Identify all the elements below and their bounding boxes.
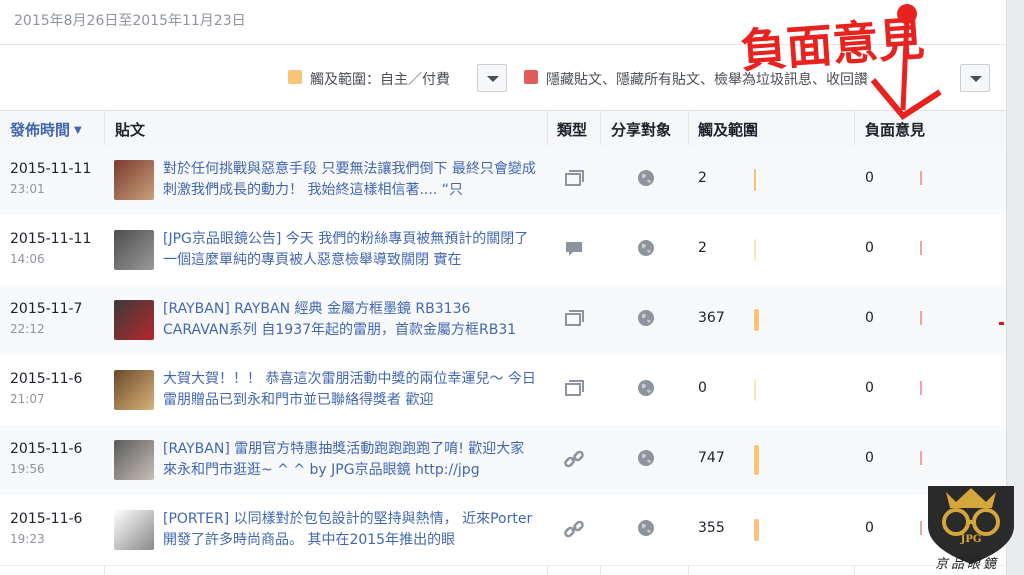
post-thumbnail[interactable] xyxy=(114,160,154,200)
reach-bar xyxy=(754,445,759,475)
globe-icon xyxy=(638,310,654,326)
post-time: 14:06 xyxy=(10,252,45,266)
reach-value: 355 xyxy=(698,520,725,536)
negative-feedback-bar xyxy=(920,171,922,185)
negative-feedback-value: 0 xyxy=(865,450,874,466)
annotation-mark xyxy=(999,322,1004,325)
negative-feedback-bar xyxy=(920,381,922,395)
reach-value: 2 xyxy=(698,170,707,186)
globe-icon xyxy=(638,450,654,466)
post-text-link[interactable]: [RAYBAN] 雷朋官方特惠抽獎活動跑跑跑跑了唷! 歡迎大家來永和門市逛逛~ … xyxy=(163,439,538,481)
negative-feedback-bar xyxy=(920,311,922,325)
chevron-down-icon xyxy=(970,76,982,82)
post-date: 2015-11-11 xyxy=(10,231,92,247)
link-type-icon xyxy=(564,520,584,538)
negative-feedback-value: 0 xyxy=(865,520,874,536)
column-negative[interactable]: 負面意見 xyxy=(865,119,925,140)
photo-type-icon xyxy=(565,380,584,396)
post-date: 2015-11-7 xyxy=(10,301,83,317)
post-time: 21:07 xyxy=(10,392,45,406)
sort-arrow-icon: ▼ xyxy=(74,125,82,136)
table-row[interactable]: 2015-11-6 21:07 大賀大賀！！！ 恭喜這次雷朋活動中獎的兩位幸運兒～ … xyxy=(0,355,1006,426)
column-reach[interactable]: 觸及範圍 xyxy=(698,119,758,140)
photo-type-icon xyxy=(565,310,584,326)
table-row[interactable]: 2015-11-6 19:23 [PORTER] 以同樣對於包包設計的堅持與熱情， … xyxy=(0,495,1006,566)
post-thumbnail[interactable] xyxy=(114,370,154,410)
table-header: 發佈時間 ▼ 貼文 類型 分享對象 觸及範圍 負面意見 xyxy=(0,110,1006,146)
post-time: 22:12 xyxy=(10,322,45,336)
post-text-link[interactable]: [RAYBAN] RAYBAN 經典 金屬方框墨鏡 RB3136 CARAVAN… xyxy=(163,299,538,341)
negative-feedback-value: 0 xyxy=(865,170,874,186)
link-type-icon xyxy=(564,450,584,468)
column-post: 貼文 xyxy=(115,121,146,139)
globe-icon xyxy=(638,240,654,256)
post-date: 2015-11-6 xyxy=(10,371,83,387)
filter-bar: 觸及範圍：自主／付費 隱藏貼文、隱藏所有貼文、檢舉為垃圾訊息、收回讚 xyxy=(0,62,1006,96)
negative-filter-label: 隱藏貼文、隱藏所有貼文、檢舉為垃圾訊息、收回讚 xyxy=(546,72,868,88)
negative-feedback-bar xyxy=(920,241,922,255)
negative-feedback-value: 0 xyxy=(865,310,874,326)
table-row[interactable]: 2015-11-11 23:01 對於任何挑戰與惡意手段 只要無法讓我們倒下 最終只… xyxy=(0,145,1006,216)
globe-icon xyxy=(638,520,654,536)
status-type-icon xyxy=(566,242,582,256)
post-text-link[interactable]: [PORTER] 以同樣對於包包設計的堅持與熱情， 近來Porter開發了許多時… xyxy=(163,509,538,551)
divider xyxy=(0,44,1006,45)
negative-feedback-value: 0 xyxy=(865,240,874,256)
reach-bar xyxy=(754,379,756,401)
negative-feedback-value: 0 xyxy=(865,380,874,396)
photo-type-icon xyxy=(565,170,584,186)
table-row[interactable]: 2015-11-11 14:06 [JPG京品眼鏡公告] 今天 我們的粉絲專頁被無預… xyxy=(0,215,1006,286)
table-row[interactable]: 2015-11-6 19:56 [RAYBAN] 雷朋官方特惠抽獎活動跑跑跑跑了唷!… xyxy=(0,425,1006,496)
post-date: 2015-11-6 xyxy=(10,511,83,527)
reach-legend-swatch xyxy=(288,70,302,84)
post-thumbnail[interactable] xyxy=(114,440,154,480)
reach-bar xyxy=(754,239,756,261)
negative-filter-dropdown[interactable] xyxy=(960,64,990,92)
reach-bar xyxy=(754,309,759,331)
reach-value: 0 xyxy=(698,380,707,396)
post-text-link[interactable]: 大賀大賀！！！ 恭喜這次雷朋活動中獎的兩位幸運兒～ 今日雷朋贈品已到永和門市並已… xyxy=(163,369,538,411)
negative-feedback-bar xyxy=(920,451,922,465)
post-thumbnail[interactable] xyxy=(114,300,154,340)
reach-bar xyxy=(754,519,759,541)
post-time: 19:23 xyxy=(10,532,45,546)
globe-icon xyxy=(638,170,654,186)
post-thumbnail[interactable] xyxy=(114,230,154,270)
post-time: 19:56 xyxy=(10,462,45,476)
chevron-down-icon xyxy=(487,76,499,82)
globe-icon xyxy=(638,380,654,396)
reach-value: 2 xyxy=(698,240,707,256)
column-published[interactable]: 發佈時間 ▼ xyxy=(10,119,82,140)
post-text-link[interactable]: [JPG京品眼鏡公告] 今天 我們的粉絲專頁被無預計的關閉了 一個這麼單純的專頁… xyxy=(163,229,538,271)
logo-text: 京品眼鏡 xyxy=(935,557,1000,572)
post-text-link[interactable]: 對於任何挑戰與惡意手段 只要無法讓我們倒下 最終只會變成刺激我們成長的動力！ 我… xyxy=(163,159,538,201)
date-range: 2015年8月26日至2015年11月23日 xyxy=(14,13,246,29)
post-date: 2015-11-6 xyxy=(10,441,83,457)
reach-value: 747 xyxy=(698,450,725,466)
svg-text:JPG: JPG xyxy=(960,534,982,545)
table-row[interactable]: 2015-11-7 22:12 [RAYBAN] RAYBAN 經典 金屬方框墨鏡 … xyxy=(0,285,1006,356)
reach-filter-dropdown[interactable] xyxy=(477,64,507,92)
negative-legend-swatch xyxy=(524,70,538,84)
reach-bar xyxy=(754,169,756,191)
reach-filter-label: 觸及範圍：自主／付費 xyxy=(310,72,450,88)
column-type: 類型 xyxy=(557,121,588,139)
insights-panel: 2015年8月26日至2015年11月23日 觸及範圍：自主／付費 隱藏貼文、隱… xyxy=(0,0,1007,575)
post-time: 23:01 xyxy=(10,182,45,196)
post-thumbnail[interactable] xyxy=(114,510,154,550)
column-targeting: 分享對象 xyxy=(611,121,672,139)
reach-value: 367 xyxy=(698,310,725,326)
post-date: 2015-11-11 xyxy=(10,161,92,177)
